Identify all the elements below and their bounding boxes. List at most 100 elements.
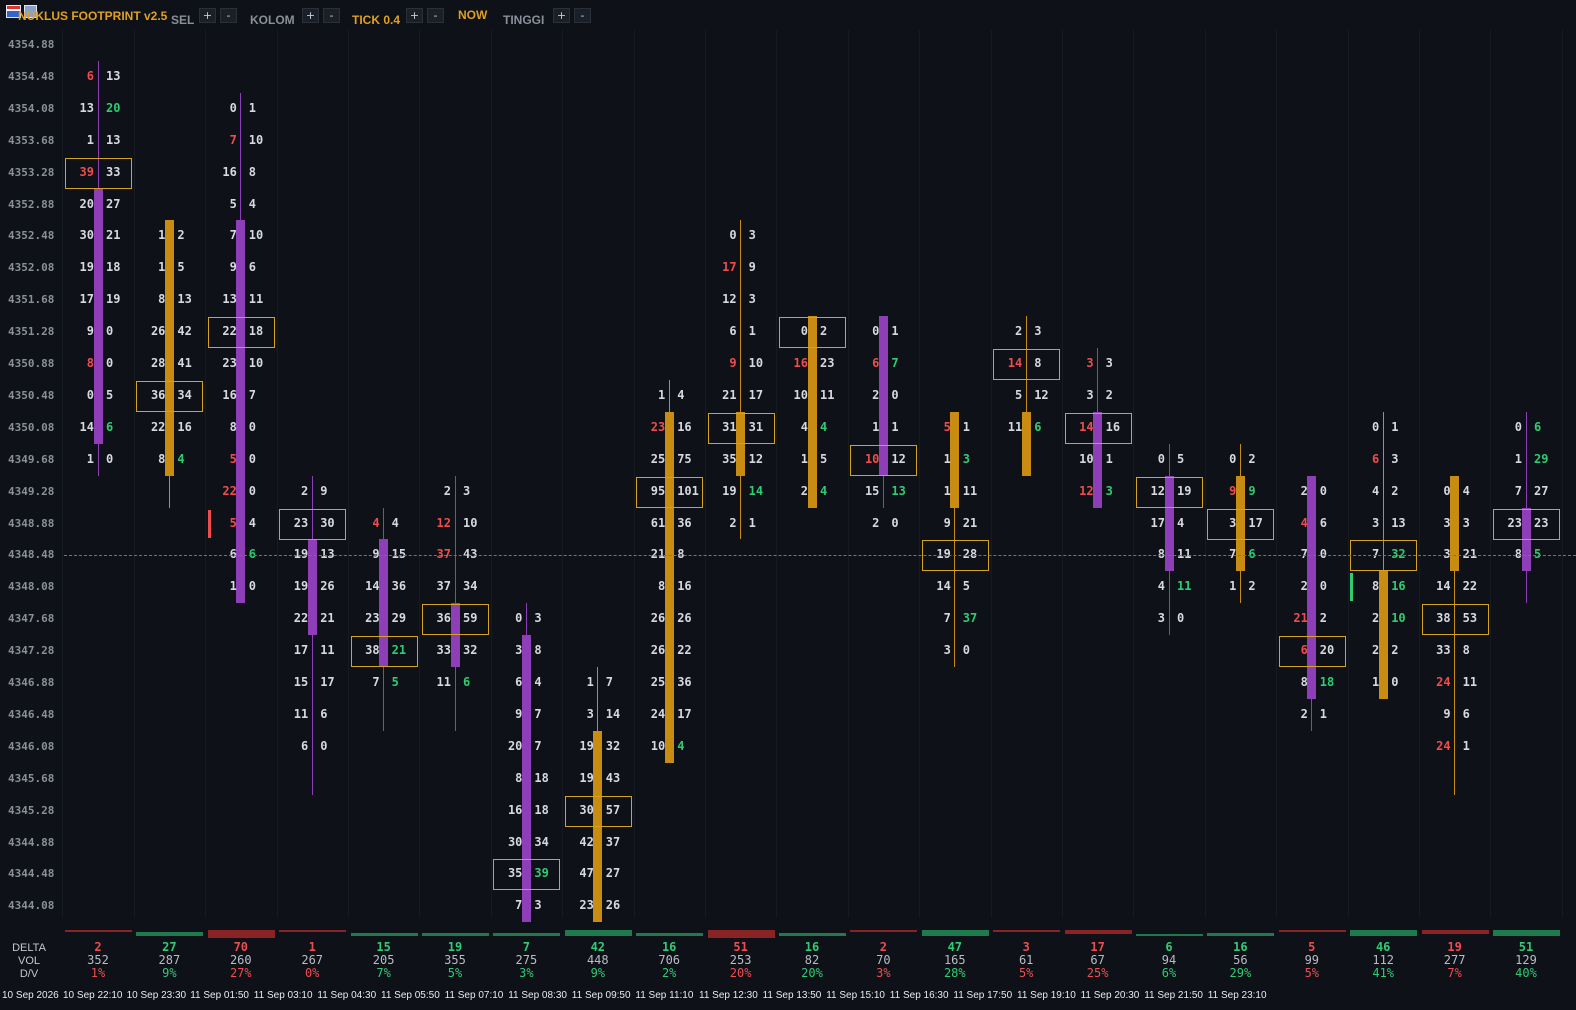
delta-bar: [207, 930, 275, 938]
volume-value: 277: [1443, 953, 1466, 967]
ask-volume-cell: 16: [677, 579, 692, 594]
delta-value: 51: [733, 940, 748, 954]
ask-volume-cell: 19: [106, 292, 121, 307]
delta-bar: [850, 930, 918, 933]
sel-plus-button[interactable]: +: [199, 8, 216, 23]
ask-volume-cell: 5: [1177, 451, 1185, 466]
bid-volume-cell: 1: [86, 451, 94, 466]
ask-volume-cell: 13: [106, 68, 121, 83]
ask-volume-cell: 3: [1462, 515, 1470, 530]
volume-value: 275: [515, 953, 538, 967]
bid-volume-cell: 30: [507, 834, 523, 849]
price-label: 4347.28: [8, 644, 55, 658]
ask-volume-cell: 31: [748, 419, 764, 434]
ask-volume-cell: 7: [248, 387, 257, 402]
tinggi-minus-button[interactable]: -: [574, 8, 591, 23]
ask-volume-cell: 18: [1319, 675, 1335, 689]
ask-volume-cell: 0: [106, 356, 114, 370]
kolom-plus-button[interactable]: +: [302, 8, 319, 23]
tick-minus-button[interactable]: -: [427, 8, 444, 23]
footprint-chart-window: NUKLUS FOOTPRINT v2.5 SEL + - KOLOM + - …: [0, 0, 1576, 1010]
ask-volume-cell: 1: [748, 324, 756, 339]
ask-volume-cell: 10: [748, 356, 764, 370]
price-label: 4354.08: [8, 101, 55, 115]
delta-volume-ratio: 29%: [1229, 966, 1252, 980]
ask-volume-cell: 1: [248, 100, 257, 115]
ask-volume-cell: 0: [1319, 483, 1328, 498]
bid-volume-cell: 19: [722, 483, 737, 498]
price-label: 4351.68: [8, 293, 55, 307]
bid-volume-cell: 7: [372, 675, 380, 689]
volume-value: 112: [1372, 953, 1395, 967]
bid-volume-cell: 2: [1014, 324, 1023, 339]
volume-value: 706: [658, 953, 681, 967]
price-label: 4344.48: [8, 867, 55, 881]
bid-volume-cell: 22: [222, 483, 237, 498]
delta-bar: [493, 933, 561, 936]
tick-plus-button[interactable]: +: [406, 8, 423, 23]
kolom-minus-button[interactable]: -: [323, 8, 340, 23]
toolbar: NUKLUS FOOTPRINT v2.5 SEL + - KOLOM + - …: [0, 0, 1576, 30]
bid-volume-cell: 1: [1229, 579, 1237, 594]
ask-volume-cell: 1: [962, 419, 971, 434]
volume-value: 267: [301, 953, 324, 967]
bid-volume-cell: 2: [1300, 706, 1308, 721]
ask-volume-cell: 0: [106, 451, 114, 466]
ask-volume-cell: 28: [962, 547, 978, 562]
ask-volume-cell: 0: [962, 643, 971, 658]
bid-volume-cell: 12: [436, 515, 451, 530]
bid-volume-cell: 23: [365, 611, 380, 626]
column-separator: [133, 30, 135, 918]
now-button[interactable]: NOW: [458, 8, 487, 22]
bid-volume-cell: 19: [79, 260, 94, 275]
bid-volume-cell: 0: [1443, 483, 1451, 498]
price-label: 4353.28: [8, 165, 55, 179]
bid-volume-cell: 3: [1229, 515, 1237, 530]
bid-volume-cell: 4: [800, 419, 808, 434]
price-label: 4354.48: [8, 69, 55, 83]
sel-minus-button[interactable]: -: [220, 8, 237, 23]
ask-volume-cell: 2: [1391, 643, 1399, 658]
ask-volume-cell: 16: [177, 419, 192, 434]
delta-value: 16: [1233, 940, 1248, 954]
sel-label: SEL: [171, 13, 195, 27]
indicator-title: NUKLUS FOOTPRINT v2.5: [18, 9, 168, 23]
bid-volume-cell: 35: [722, 451, 737, 466]
bid-volume-cell: 0: [1157, 451, 1165, 466]
ask-volume-cell: 20: [106, 100, 121, 115]
ask-volume-cell: 12: [1034, 387, 1049, 402]
volume-value: 355: [444, 953, 466, 967]
bid-volume-cell: 6: [1371, 451, 1380, 466]
volume-value: 70: [876, 953, 891, 967]
ask-volume-cell: 10: [248, 228, 264, 243]
ask-volume-cell: 2: [1105, 387, 1113, 402]
candle-body: [1021, 411, 1031, 476]
bid-volume-cell: 1: [586, 675, 594, 689]
ask-volume-cell: 11: [962, 483, 978, 498]
ask-volume-cell: 21: [320, 611, 335, 626]
delta-value: 2: [879, 940, 887, 954]
delta-bar: [636, 932, 704, 936]
delta-volume-ratio: 5%: [1018, 966, 1034, 980]
time-label: 11 Sep 05:50: [381, 990, 440, 1001]
bid-volume-cell: 3: [1371, 515, 1380, 530]
bid-volume-cell: 2: [800, 483, 808, 498]
ask-volume-cell: 3: [1034, 324, 1042, 339]
bid-volume-cell: 0: [1229, 451, 1237, 466]
time-label: 11 Sep 23:10: [1207, 990, 1267, 1001]
ask-volume-cell: 17: [748, 387, 764, 402]
delta-volume-ratio: 9%: [162, 966, 177, 980]
column-separator: [62, 30, 64, 918]
delta-volume-ratio: 0%: [304, 966, 320, 980]
delta-volume-ratio: 6%: [1161, 966, 1177, 980]
bid-volume-cell: 22: [150, 419, 166, 434]
ask-volume-cell: 2: [1248, 451, 1256, 466]
ask-volume-cell: 0: [1177, 611, 1185, 626]
candle-body: [1378, 571, 1388, 699]
ask-volume-cell: 5: [177, 260, 185, 275]
bid-volume-cell: 31: [722, 419, 737, 434]
time-label: 11 Sep 11:10: [635, 990, 694, 1001]
bid-volume-cell: 1: [872, 419, 880, 434]
bid-volume-cell: 23: [293, 515, 309, 530]
tinggi-plus-button[interactable]: +: [553, 8, 570, 23]
